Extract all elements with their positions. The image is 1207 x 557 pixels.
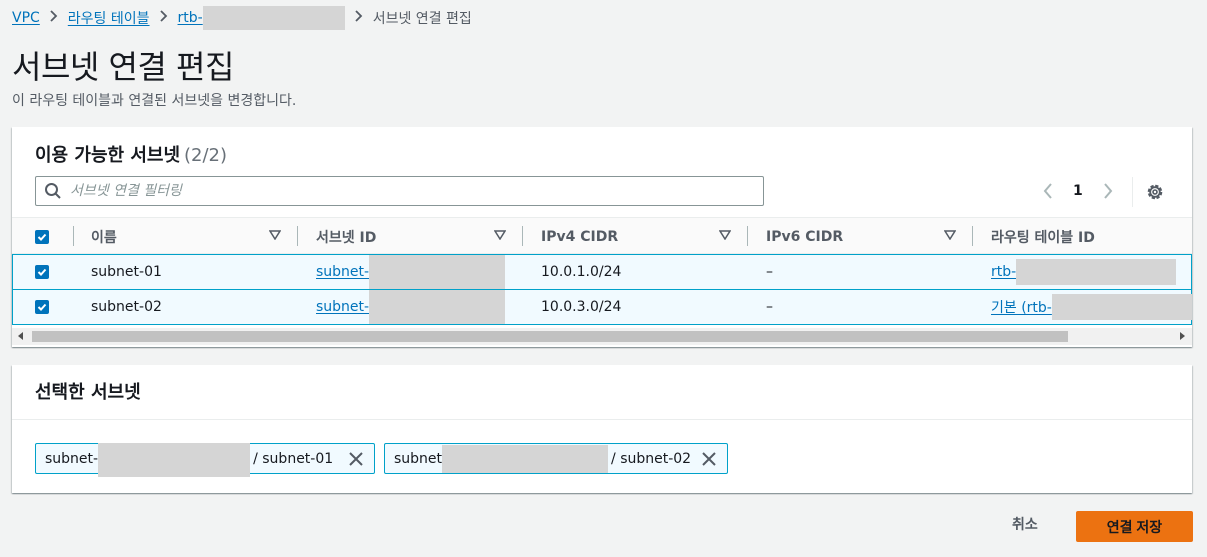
sort-down-icon[interactable]	[494, 230, 506, 240]
route-table-link[interactable]: 기본 (rtb-	[991, 297, 1052, 317]
token-prefix: subnet	[394, 450, 443, 467]
checkbox-checked	[35, 229, 49, 244]
cell-ipv6-cidr: –	[766, 264, 773, 280]
selected-subnets-panel: 선택한 서브넷 subnet- / subnet-01 subnet / subne…	[12, 365, 1192, 493]
breadcrumb-route-table-id-prefix: rtb-	[177, 10, 203, 26]
search-icon	[45, 183, 61, 199]
available-subnets-title-text: 이용 가능한 서브넷	[35, 145, 181, 166]
cell-route-table-id[interactable]: rtb-	[991, 255, 1177, 289]
cell-name: subnet-02	[91, 299, 162, 315]
chevron-right-icon	[355, 10, 363, 26]
cell-name: subnet-01	[91, 264, 162, 280]
breadcrumb-current: 서브넷 연결 편집	[372, 11, 472, 27]
redacted-block	[442, 444, 609, 473]
table-row[interactable]: subnet-02 subnet- 10.0.3.0/24 – 기본 (rtb-	[12, 289, 1192, 325]
available-subnets-title: 이용 가능한 서브넷 (2/2)	[35, 141, 227, 167]
cell-route-table-id[interactable]: 기본 (rtb-	[991, 290, 1192, 324]
cell-subnet-id[interactable]: subnet-	[316, 290, 506, 324]
panel-divider	[12, 419, 1192, 420]
redacted-block	[369, 255, 506, 289]
redacted-block	[369, 290, 506, 324]
column-divider	[522, 226, 523, 246]
breadcrumb: VPC 라우팅 테이블 rtb- 서브넷 연결 편집	[12, 6, 472, 30]
cell-ipv6-cidr: –	[766, 299, 773, 315]
checkbox-checked	[35, 265, 49, 279]
scrollbar-thumb[interactable]	[32, 331, 1068, 342]
column-divider	[73, 226, 74, 246]
subnet-filter-field[interactable]	[70, 183, 730, 199]
checkmark-icon	[37, 233, 47, 241]
breadcrumb-vpc[interactable]: VPC	[12, 10, 40, 26]
column-header-ipv6-cidr[interactable]: IPv6 CIDR	[766, 218, 843, 255]
sort-down-icon[interactable]	[944, 230, 956, 240]
scroll-right-arrow-icon[interactable]	[1180, 332, 1185, 340]
pagination: 1	[1037, 179, 1119, 203]
page-description: 이 라우팅 테이블과 연결된 서브넷을 변경합니다.	[12, 93, 297, 109]
remove-token-button[interactable]	[348, 451, 364, 467]
selected-subnet-token: subnet / subnet-02	[384, 443, 728, 474]
next-page-button[interactable]	[1097, 179, 1119, 203]
column-header-label: IPv6 CIDR	[766, 228, 844, 245]
page-title: 서브넷 연결 편집	[12, 48, 234, 86]
column-header-label: 이름	[91, 229, 117, 246]
subnet-filter-input[interactable]	[35, 176, 764, 206]
available-subnets-count: (2/2)	[184, 145, 228, 166]
row-checkbox[interactable]	[35, 290, 49, 324]
remove-token-button[interactable]	[701, 451, 717, 467]
previous-page-button[interactable]	[1037, 179, 1059, 203]
chevron-right-icon	[159, 10, 168, 26]
table-header: 이름 서브넷 ID IPv4 CIDR IPv6 CIDR 라우팅 테이블 ID	[12, 217, 1192, 254]
column-header-ipv4-cidr[interactable]: IPv4 CIDR	[541, 218, 618, 255]
subnet-id-link[interactable]: subnet-	[316, 264, 369, 280]
chevron-left-icon	[1043, 183, 1052, 199]
close-icon	[702, 452, 716, 466]
sort-down-icon[interactable]	[269, 230, 281, 240]
redacted-block	[1051, 294, 1192, 320]
column-header-name[interactable]: 이름	[91, 218, 117, 255]
chevron-right-icon	[50, 10, 58, 26]
horizontal-scrollbar[interactable]	[12, 328, 1192, 345]
token-suffix: / subnet-01	[253, 450, 334, 467]
column-divider	[972, 226, 973, 246]
pager-divider	[1132, 177, 1133, 207]
checkmark-icon	[37, 303, 47, 311]
column-divider	[297, 226, 298, 246]
gear-icon	[1147, 184, 1163, 200]
checkmark-icon	[37, 268, 47, 276]
column-header-label: IPv4 CIDR	[541, 228, 619, 245]
route-table-link[interactable]: rtb-	[991, 264, 1016, 280]
scroll-left-arrow-icon[interactable]	[18, 332, 23, 340]
token-suffix: / subnet-02	[611, 450, 692, 467]
chevron-right-icon	[1103, 183, 1113, 199]
redacted-block	[202, 6, 345, 30]
token-prefix: subnet-	[45, 450, 99, 467]
breadcrumb-route-table-id[interactable]: rtb-	[178, 6, 345, 30]
breadcrumb-route-tables[interactable]: 라우팅 테이블	[68, 8, 150, 28]
subnet-id-link[interactable]: subnet-	[316, 299, 369, 315]
available-subnets-panel: 이용 가능한 서브넷(2/2) 1	[12, 127, 1192, 347]
checkbox-checked	[35, 300, 49, 314]
select-all-checkbox[interactable]	[35, 218, 49, 255]
save-associations-button[interactable]: 연결 저장	[1076, 511, 1193, 542]
cell-ipv4-cidr: 10.0.3.0/24	[541, 299, 622, 315]
row-checkbox[interactable]	[35, 255, 49, 289]
redacted-block	[1016, 259, 1177, 285]
sort-down-icon[interactable]	[719, 230, 731, 240]
selected-subnets-title: 선택한 서브넷	[35, 382, 141, 403]
table-row[interactable]: subnet-01 subnet- 10.0.1.0/24 – rtb-	[12, 254, 1192, 290]
close-icon	[349, 452, 363, 466]
selected-subnet-token: subnet- / subnet-01	[35, 443, 375, 477]
redacted-block	[98, 443, 251, 477]
column-divider	[747, 226, 748, 246]
column-header-label: 서브넷 ID	[316, 229, 377, 246]
column-header-route-table-id[interactable]: 라우팅 테이블 ID	[991, 218, 1095, 255]
cancel-button[interactable]: 취소	[1012, 514, 1038, 534]
cell-subnet-id[interactable]: subnet-	[316, 255, 506, 289]
column-header-label: 라우팅 테이블 ID	[991, 229, 1095, 246]
current-page-number[interactable]: 1	[1073, 183, 1083, 199]
subnets-table: 이름 서브넷 ID IPv4 CIDR IPv6 CIDR 라우팅 테이블 ID	[12, 217, 1192, 347]
cell-ipv4-cidr: 10.0.1.0/24	[541, 264, 622, 280]
column-header-subnet-id[interactable]: 서브넷 ID	[316, 218, 376, 255]
table-settings-button[interactable]	[1144, 181, 1166, 203]
